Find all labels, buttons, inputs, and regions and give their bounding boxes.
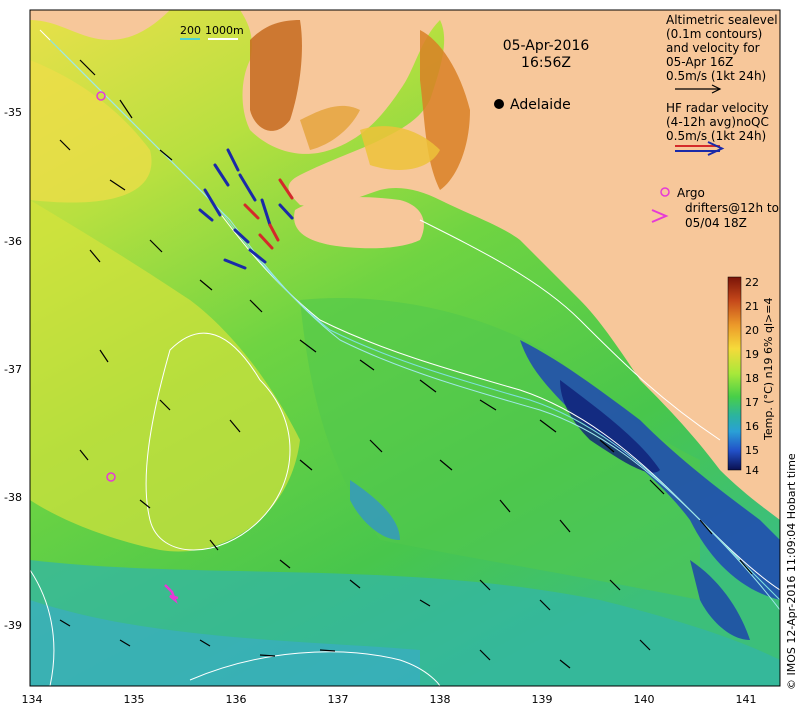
x-tick-134: 134 [22, 693, 43, 706]
colorbar-label: Temp. (°C) n19 6% ql>=4 [762, 298, 775, 441]
x-tick-137: 137 [328, 693, 349, 706]
x-tick-140: 140 [634, 693, 655, 706]
altimetry-legend-line-1: Altimetric sealevel [666, 13, 778, 27]
colorbar-tick-17: 17 [745, 396, 759, 409]
colorbar-tick-20: 20 [745, 324, 759, 337]
altimetry-legend-line-4: 05-Apr 16Z [666, 55, 733, 69]
colorbar-tick-22: 22 [745, 276, 759, 289]
y-tick-37: -37 [4, 363, 22, 376]
x-tick-141: 141 [736, 693, 757, 706]
radar-legend-line-2: (4-12h avg)noQC [666, 115, 769, 129]
map-time: 16:56Z [521, 55, 571, 71]
colorbar-tick-18: 18 [745, 372, 759, 385]
depth-label-200: 200 [180, 24, 201, 37]
x-tick-139: 139 [532, 693, 553, 706]
y-tick-36: -36 [4, 235, 22, 248]
depth-label-1000: 1000m [205, 24, 244, 37]
adelaide-marker [494, 99, 504, 109]
y-tick-39: -39 [4, 619, 22, 632]
altimetry-legend-line-2: (0.1m contours) [666, 27, 762, 41]
x-tick-138: 138 [430, 693, 451, 706]
colorbar-tick-21: 21 [745, 300, 759, 313]
radar-legend-line-3: 0.5m/s (1kt 24h) [666, 129, 766, 143]
map-date: 05-Apr-2016 [503, 38, 590, 54]
altimetry-legend-line-5: 0.5m/s (1kt 24h) [666, 69, 766, 83]
x-tick-135: 135 [124, 693, 145, 706]
x-axis: 134 135 136 137 138 139 140 141 [22, 693, 757, 706]
adelaide-label: Adelaide [510, 97, 571, 113]
depth-scale-legend: 200 1000m [180, 24, 244, 40]
y-axis: -35 -36 -37 -38 -39 [4, 106, 22, 632]
radar-legend-line-1: HF radar velocity [666, 101, 769, 115]
credit-label: © IMOS 12-Apr-2016 11:09:04 Hobart time [785, 453, 798, 690]
colorbar-tick-15: 15 [745, 444, 759, 457]
colorbar-tick-16: 16 [745, 420, 759, 433]
argo-legend-line-2: drifters@12h to [685, 201, 779, 215]
argo-legend-line-1: Argo [677, 186, 705, 200]
sst-map: 200 1000m 05-Apr-2016 16:56Z Adelaide Al… [4, 9, 798, 706]
y-tick-35: -35 [4, 106, 22, 119]
altimetry-legend-line-3: and velocity for [666, 41, 760, 55]
x-tick-136: 136 [226, 693, 247, 706]
colorbar-tick-19: 19 [745, 348, 759, 361]
colorbar-tick-14: 14 [745, 464, 759, 477]
argo-legend-line-3: 05/04 18Z [685, 216, 747, 230]
colorbar-ramp [727, 276, 742, 471]
y-tick-38: -38 [4, 491, 22, 504]
